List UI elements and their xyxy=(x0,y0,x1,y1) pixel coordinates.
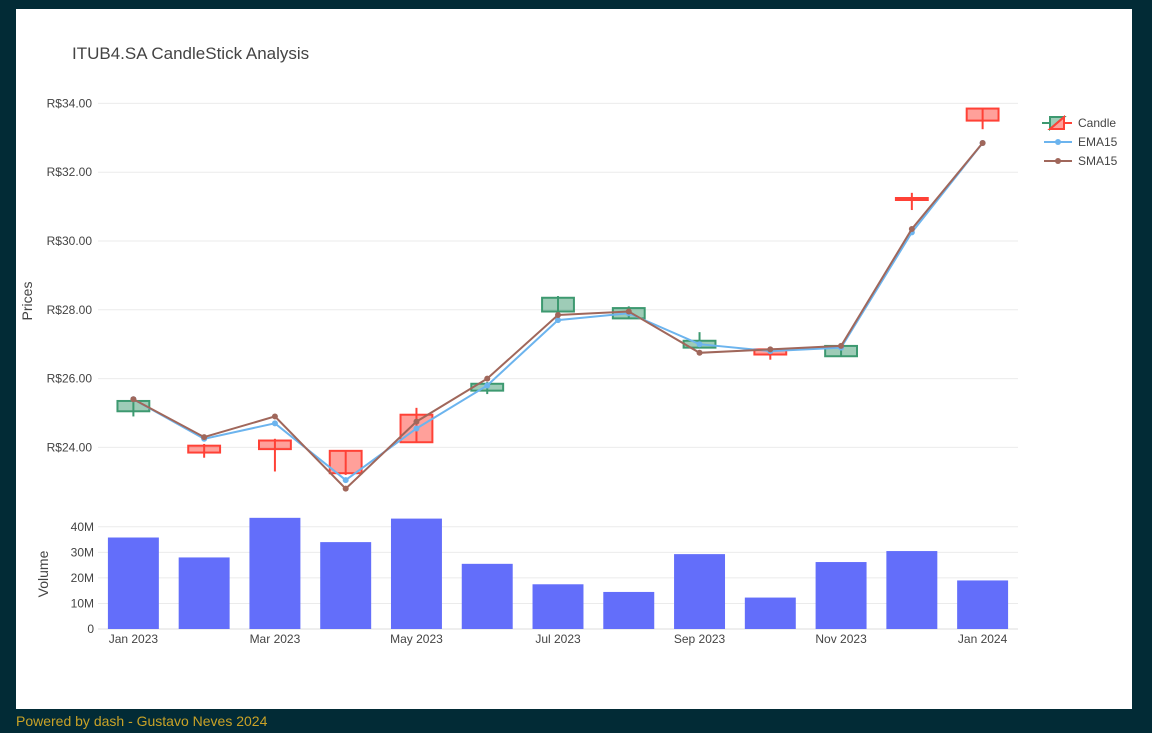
candle-decreasing xyxy=(328,449,363,475)
price-axis-label: Prices xyxy=(19,282,35,321)
price-tick-label: R$26.00 xyxy=(47,372,93,386)
candle-decreasing xyxy=(258,439,292,451)
x-tick-label: Jul 2023 xyxy=(535,632,581,646)
sma15-point xyxy=(130,396,137,403)
sma15-point xyxy=(484,375,491,382)
price-tick-label: R$30.00 xyxy=(47,234,93,248)
volume-bar xyxy=(886,551,938,629)
x-tick-label: Nov 2023 xyxy=(815,632,867,646)
legend-entry: EMA15 xyxy=(1078,135,1118,149)
sma15-point xyxy=(342,485,349,492)
volume-tick-label: 10M xyxy=(71,596,94,610)
volume-bar xyxy=(674,554,726,629)
ema15-point xyxy=(342,477,349,484)
ema15-point xyxy=(271,420,278,427)
sma15-point xyxy=(555,311,561,318)
candles xyxy=(116,107,1000,475)
x-tick-label: Jan 2024 xyxy=(958,632,1008,646)
price-tick-label: R$32.00 xyxy=(47,165,93,179)
x-tick-label: Sep 2023 xyxy=(674,632,726,646)
legend[interactable]: Candle EMA15 SMA15 xyxy=(1042,114,1118,168)
x-tick-label: Mar 2023 xyxy=(250,632,301,646)
chart-panel: R$24.00 R$26.00 R$28.00 R$30.00 R$32.00 R$34.… xyxy=(16,9,1132,709)
legend-entry: SMA15 xyxy=(1078,154,1118,168)
volume-bar xyxy=(461,563,513,629)
candle-increasing xyxy=(541,296,575,313)
volume-bar xyxy=(603,591,655,629)
volume-tick-label: 20M xyxy=(71,571,94,585)
volume-bar xyxy=(320,542,372,629)
volume-tick-label: 0 xyxy=(87,622,94,636)
grid-lines xyxy=(98,102,1018,630)
price-tick-label: R$24.00 xyxy=(47,440,93,454)
ema15-point xyxy=(696,341,703,348)
volume-bar xyxy=(744,597,796,629)
sma15-point xyxy=(838,342,845,349)
sma15-point xyxy=(201,434,208,441)
candle-decreasing xyxy=(894,197,929,201)
candle-decreasing xyxy=(187,444,222,454)
moving-average-lines xyxy=(130,139,986,492)
x-tick-label: May 2023 xyxy=(390,632,443,646)
sma15-point xyxy=(908,225,915,232)
legend-entry: Candle xyxy=(1078,116,1116,130)
sma15-point xyxy=(767,346,774,353)
x-tick-label: Jan 2023 xyxy=(109,632,159,646)
sma15-point xyxy=(271,413,278,420)
sma15-point xyxy=(979,139,986,146)
price-tick-label: R$34.00 xyxy=(47,96,93,110)
legend-point-swatch xyxy=(1055,139,1061,145)
candlestick-chart[interactable]: R$24.00 R$26.00 R$28.00 R$30.00 R$32.00 R$34.… xyxy=(16,9,1132,709)
volume-tick-label: 30M xyxy=(71,545,94,559)
volume-bar xyxy=(957,580,1009,629)
volume-bar xyxy=(249,517,301,629)
candle-decreasing xyxy=(965,107,1000,122)
sma15-point xyxy=(625,308,632,315)
sma15-point xyxy=(696,349,703,356)
legend-point-swatch xyxy=(1055,158,1061,164)
ema15-point xyxy=(484,382,491,389)
volume-bars xyxy=(107,517,1009,629)
volume-bar xyxy=(107,537,159,629)
ema15-point xyxy=(413,425,420,432)
volume-axis-label: Volume xyxy=(35,550,51,597)
price-tick-label: R$28.00 xyxy=(47,303,93,317)
volume-bar xyxy=(178,557,230,629)
volume-bar xyxy=(532,584,584,629)
footer-credit: Powered by dash - Gustavo Neves 2024 xyxy=(16,713,268,729)
volume-bar xyxy=(390,518,442,629)
sma15-point xyxy=(413,418,420,425)
volume-bar xyxy=(815,562,867,629)
chart-title: ITUB4.SA CandleStick Analysis xyxy=(72,44,309,63)
volume-tick-label: 40M xyxy=(71,520,94,534)
